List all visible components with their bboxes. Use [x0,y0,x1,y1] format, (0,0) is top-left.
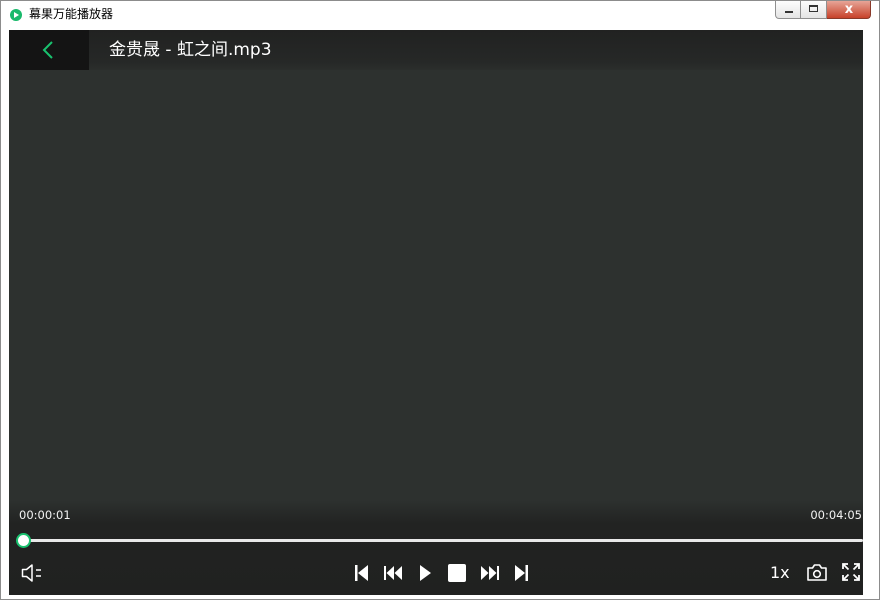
stop-icon[interactable] [448,564,466,582]
skip-previous-icon[interactable] [355,564,369,582]
rewind-icon[interactable] [384,566,403,580]
chevron-left-icon [42,41,53,59]
skip-next-icon[interactable] [514,564,528,582]
current-time: 00:00:01 [19,508,71,522]
close-button[interactable]: x [827,1,871,19]
maximize-icon [809,5,818,12]
player-control-bar [9,500,863,595]
window-title: 幕果万能播放器 [29,7,114,21]
app-window: 幕果万能播放器 x 金贵晟 - 虹之间.mp3 00:00:01 00:04:0… [0,0,880,600]
camera-icon[interactable] [806,563,828,582]
player-top-bar: 金贵晟 - 虹之间.mp3 [9,30,863,70]
volume-icon[interactable] [21,563,43,583]
total-duration: 00:04:05 [810,508,862,522]
media-title: 金贵晟 - 虹之间.mp3 [109,40,272,60]
minimize-button[interactable] [775,1,801,19]
fast-forward-icon[interactable] [480,566,499,580]
close-icon: x [844,2,854,17]
play-circle-icon [10,9,22,21]
title-bar[interactable]: 幕果万能播放器 x [1,1,879,29]
seek-bar[interactable] [16,533,863,548]
play-icon[interactable] [419,564,432,582]
back-button[interactable] [9,30,89,70]
video-area[interactable]: 金贵晟 - 虹之间.mp3 00:00:01 00:04:05 1x [9,30,863,595]
maximize-button[interactable] [801,1,827,19]
fullscreen-icon[interactable] [842,563,860,581]
window-controls: x [775,1,871,21]
playback-speed-button[interactable]: 1x [770,564,790,582]
minimize-icon [785,11,793,13]
